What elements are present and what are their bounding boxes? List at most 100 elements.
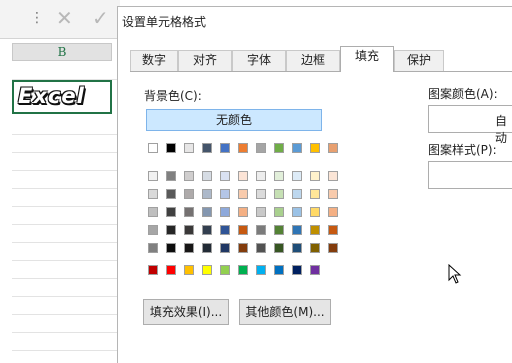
- theme-shade-swatch[interactable]: [238, 243, 248, 253]
- theme-shade-swatch[interactable]: [202, 207, 212, 217]
- theme-shade-swatch[interactable]: [292, 189, 302, 199]
- theme-shade-swatch[interactable]: [328, 225, 338, 235]
- theme-shade-swatch[interactable]: [148, 243, 158, 253]
- theme-shade-swatch[interactable]: [274, 225, 284, 235]
- standard-color-swatch[interactable]: [202, 265, 212, 275]
- format-cells-dialog: 设置单元格格式 数字 对齐 字体 边框 填充 保护 背景色(C): 无颜色 填充…: [117, 6, 512, 363]
- theme-color-swatch[interactable]: [310, 143, 320, 153]
- theme-shade-swatch[interactable]: [166, 243, 176, 253]
- no-color-button[interactable]: 无颜色: [146, 109, 322, 131]
- theme-shade-swatch[interactable]: [166, 207, 176, 217]
- theme-color-swatch[interactable]: [148, 143, 158, 153]
- theme-shade-swatch[interactable]: [148, 207, 158, 217]
- theme-shade-swatch[interactable]: [256, 243, 266, 253]
- theme-shade-swatch[interactable]: [202, 189, 212, 199]
- theme-shade-swatch[interactable]: [310, 189, 320, 199]
- more-options-icon[interactable]: ⋮: [30, 8, 44, 28]
- theme-shade-swatch[interactable]: [310, 243, 320, 253]
- tab-fill[interactable]: 填充: [340, 46, 394, 72]
- theme-shade-swatch[interactable]: [202, 171, 212, 181]
- theme-shade-swatch[interactable]: [256, 225, 266, 235]
- theme-shade-swatch[interactable]: [220, 171, 230, 181]
- theme-shade-swatch[interactable]: [184, 243, 194, 253]
- confirm-icon[interactable]: ✓: [92, 8, 109, 28]
- theme-shade-swatch[interactable]: [148, 189, 158, 199]
- pattern-color-dropdown[interactable]: 自动: [428, 105, 512, 145]
- tab-alignment[interactable]: 对齐: [178, 50, 232, 71]
- theme-shade-swatch[interactable]: [166, 171, 176, 181]
- standard-color-swatch[interactable]: [292, 265, 302, 275]
- theme-shade-swatch[interactable]: [256, 171, 266, 181]
- theme-color-swatch[interactable]: [166, 143, 176, 153]
- tab-border[interactable]: 边框: [286, 50, 340, 71]
- theme-shade-swatch[interactable]: [292, 171, 302, 181]
- tab-number[interactable]: 数字: [130, 50, 178, 71]
- theme-shade-swatch[interactable]: [220, 225, 230, 235]
- theme-shade-swatch[interactable]: [184, 189, 194, 199]
- standard-color-swatch[interactable]: [238, 265, 248, 275]
- theme-shade-swatch[interactable]: [310, 207, 320, 217]
- dialog-title: 设置单元格格式: [122, 15, 207, 29]
- theme-shade-swatch[interactable]: [292, 243, 302, 253]
- theme-shade-swatch[interactable]: [184, 225, 194, 235]
- theme-shade-swatch[interactable]: [328, 171, 338, 181]
- theme-color-swatch[interactable]: [292, 143, 302, 153]
- row-divider: [12, 224, 120, 225]
- theme-color-swatch[interactable]: [238, 143, 248, 153]
- standard-color-swatch[interactable]: [310, 265, 320, 275]
- row-divider: [12, 242, 120, 243]
- theme-shade-swatch[interactable]: [148, 225, 158, 235]
- theme-shade-swatch[interactable]: [274, 171, 284, 181]
- theme-shade-swatch[interactable]: [238, 207, 248, 217]
- more-colors-button[interactable]: 其他颜色(M)...: [239, 299, 331, 325]
- theme-color-swatch[interactable]: [220, 143, 230, 153]
- theme-shade-swatch[interactable]: [328, 189, 338, 199]
- theme-shade-swatch[interactable]: [220, 207, 230, 217]
- theme-shade-swatch[interactable]: [238, 171, 248, 181]
- cancel-icon[interactable]: ✕: [56, 8, 73, 28]
- theme-shade-swatch[interactable]: [274, 207, 284, 217]
- standard-color-swatch[interactable]: [166, 265, 176, 275]
- theme-shade-swatch[interactable]: [220, 243, 230, 253]
- theme-shade-swatch[interactable]: [148, 171, 158, 181]
- theme-color-swatch[interactable]: [184, 143, 194, 153]
- theme-shade-swatch[interactable]: [202, 243, 212, 253]
- fill-effects-button[interactable]: 填充效果(I)...: [143, 299, 229, 325]
- theme-shade-swatch[interactable]: [292, 207, 302, 217]
- theme-shade-swatch[interactable]: [184, 207, 194, 217]
- theme-shade-swatch[interactable]: [166, 225, 176, 235]
- standard-color-swatch[interactable]: [148, 265, 158, 275]
- tab-font[interactable]: 字体: [232, 50, 286, 71]
- theme-color-swatch[interactable]: [202, 143, 212, 153]
- row-divider: [12, 152, 120, 153]
- row-divider: [12, 332, 120, 333]
- theme-shade-swatch[interactable]: [238, 225, 248, 235]
- theme-shade-swatch[interactable]: [310, 225, 320, 235]
- tab-protection[interactable]: 保护: [394, 50, 444, 71]
- row-divider: [12, 350, 120, 351]
- standard-color-swatch[interactable]: [256, 265, 266, 275]
- theme-shade-swatch[interactable]: [310, 171, 320, 181]
- theme-color-swatch[interactable]: [256, 143, 266, 153]
- theme-shade-swatch[interactable]: [202, 225, 212, 235]
- column-header-b[interactable]: B: [12, 43, 112, 61]
- theme-shade-swatch[interactable]: [238, 189, 248, 199]
- theme-shade-swatch[interactable]: [292, 225, 302, 235]
- theme-shade-swatch[interactable]: [256, 207, 266, 217]
- tab-strip: 数字 对齐 字体 边框 填充 保护: [130, 45, 512, 72]
- theme-color-swatch[interactable]: [328, 143, 338, 153]
- theme-color-swatch[interactable]: [274, 143, 284, 153]
- theme-shade-swatch[interactable]: [184, 171, 194, 181]
- theme-shade-swatch[interactable]: [274, 189, 284, 199]
- theme-shade-swatch[interactable]: [274, 243, 284, 253]
- standard-color-swatch[interactable]: [274, 265, 284, 275]
- row-divider: [12, 134, 120, 135]
- theme-shade-swatch[interactable]: [328, 207, 338, 217]
- standard-color-swatch[interactable]: [220, 265, 230, 275]
- theme-shade-swatch[interactable]: [166, 189, 176, 199]
- standard-color-swatch[interactable]: [184, 265, 194, 275]
- theme-shade-swatch[interactable]: [220, 189, 230, 199]
- pattern-style-dropdown[interactable]: [428, 161, 512, 189]
- theme-shade-swatch[interactable]: [256, 189, 266, 199]
- theme-shade-swatch[interactable]: [328, 243, 338, 253]
